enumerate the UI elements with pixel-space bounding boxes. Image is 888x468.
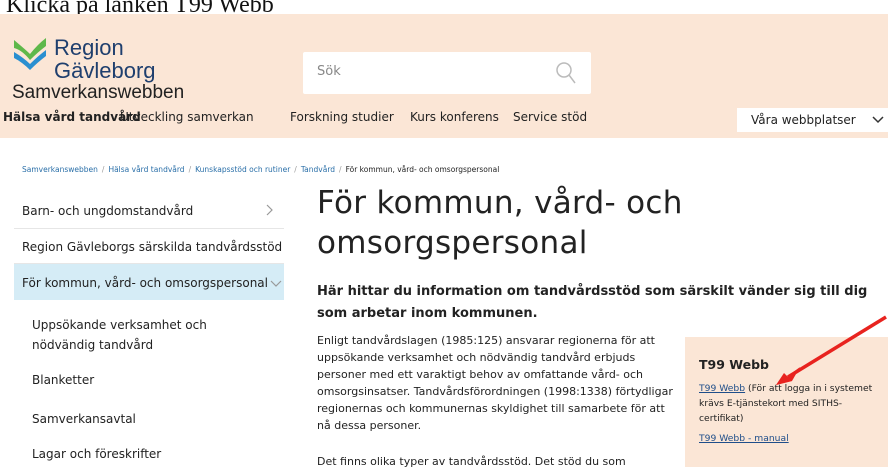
sidebar-subitem-uppsokande[interactable]: Uppsökande verksamhet och nödvändig tand… (14, 315, 284, 359)
t99-webb-link[interactable]: T99 Webb (699, 383, 745, 394)
t99-manual-link[interactable]: T99 Webb - manual (699, 433, 789, 444)
breadcrumb-item[interactable]: Samverkanswebben (22, 165, 98, 174)
websites-dropdown-label: Våra webbplatser (751, 113, 856, 127)
sidebar-subitem-samverkansavtal[interactable]: Samverkansavtal (14, 412, 284, 436)
chevron-down-icon (270, 280, 282, 287)
nav-forskning-studier[interactable]: Forskning studier (290, 110, 394, 124)
logo-line-2: Gävleborg (54, 58, 156, 83)
sidebar-subitem-lagar[interactable]: Lagar och föreskrifter (14, 447, 284, 467)
nav-utveckling-samverkan[interactable]: Utveckling samverkan (120, 110, 254, 124)
site-name[interactable]: Samverkanswebben (12, 82, 184, 104)
breadcrumb-current: För kommun, vård- och omsorgspersonal (345, 165, 500, 174)
sidebar-subitem-label: Samverkansavtal (32, 412, 136, 426)
body-paragraph-2: Det finns olika typer av tandvårdsstöd. … (317, 455, 626, 468)
chevron-down-icon (872, 116, 884, 124)
breadcrumb-item[interactable]: Kunskapsstöd och rutiner (195, 165, 290, 174)
red-arrow-annotation (776, 315, 887, 385)
logo-text: Region Gävleborg (54, 36, 156, 82)
search-input[interactable]: Sök (303, 52, 591, 94)
logo-line-1: Region (54, 35, 124, 60)
nav-service-stod[interactable]: Service stöd (513, 110, 587, 124)
websites-dropdown[interactable]: Våra webbplatser (737, 108, 888, 132)
sidebar-subitem-blanketter[interactable]: Blanketter (14, 373, 284, 397)
sidebar-subitem-label: Uppsökande verksamhet och nödvändig tand… (32, 318, 207, 352)
breadcrumb-item[interactable]: Tandvård (301, 165, 335, 174)
breadcrumb: Samverkanswebben / Hälsa vård tandvård / Kun… (22, 165, 500, 174)
sidebar-item-sarskilda-tandvardsstod[interactable]: Region Gävleborgs särskilda tandvårdsstö… (14, 229, 284, 263)
sidebar-item-label: Region Gävleborgs särskilda tandvårdsstö… (22, 240, 283, 254)
sidebar-subitem-label: Blanketter (32, 373, 95, 387)
breadcrumb-item[interactable]: Hälsa vård tandvård (108, 165, 184, 174)
t99-box-text: T99 Webb (För att logga in i systemet kr… (699, 381, 885, 426)
sidebar-item-label: Barn- och ungdomstandvård (22, 204, 194, 218)
sidebar-subitem-label: Lagar och föreskrifter (32, 447, 162, 461)
page-title: För kommun, vård- och omsorgspersonal (317, 185, 683, 261)
search-icon[interactable] (555, 61, 577, 85)
search-placeholder: Sök (317, 64, 341, 79)
sidebar-item-for-kommun[interactable]: För kommun, vård- och omsorgspersonal (14, 264, 284, 300)
chevron-right-icon (266, 204, 273, 216)
t99-box-title: T99 Webb (699, 357, 769, 372)
region-logo-icon (14, 38, 46, 70)
body-paragraph: Enligt tandvårdslagen (1985:125) ansvara… (317, 334, 673, 432)
sidebar-item-barn-ungdomstandvard[interactable]: Barn- och ungdomstandvård (14, 192, 284, 228)
sidebar-item-label: För kommun, vård- och omsorgspersonal (22, 276, 268, 290)
nav-kurs-konferens[interactable]: Kurs konferens (410, 110, 499, 124)
